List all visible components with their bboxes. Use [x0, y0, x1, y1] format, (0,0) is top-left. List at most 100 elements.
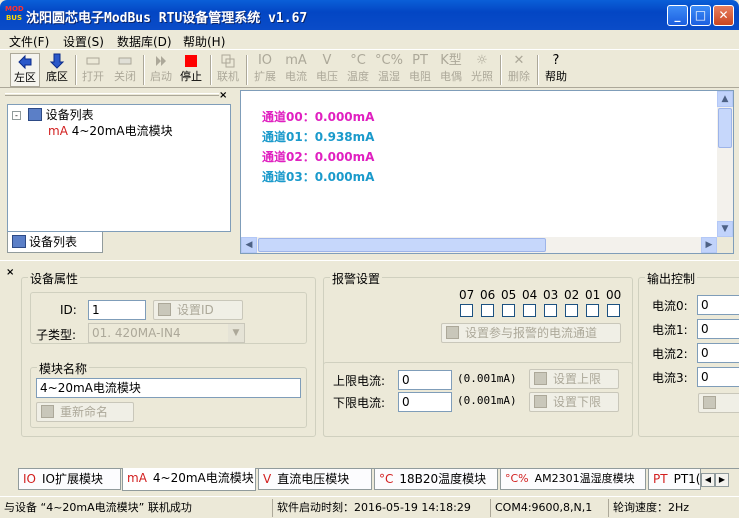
lower-limit-input[interactable]: 0	[398, 392, 452, 412]
scroll-corner	[717, 237, 733, 253]
alarm-channel-label: 07	[459, 288, 475, 302]
milliamp-icon: mA	[285, 53, 307, 68]
status-start-time: 软件启动时刻：2016-05-19 14:18:29	[272, 499, 490, 517]
play-icon	[146, 53, 176, 69]
alarm-channel-checkbox[interactable]	[481, 304, 494, 317]
alarm-channel-label: 06	[480, 288, 496, 302]
upper-limit-input[interactable]: 0	[398, 370, 452, 390]
window-title: 沈阳圆芯电子ModBus RTU设备管理系统 v1.67	[26, 11, 308, 26]
status-poll-speed: 轮询速度：2Hz	[608, 499, 739, 517]
menu-help[interactable]: 帮助(H)	[183, 33, 225, 50]
set-lower-limit-button[interactable]: 设置下限	[529, 392, 619, 412]
alarm-channel-checkbox[interactable]	[586, 304, 599, 317]
alarm-channel-checkbox[interactable]	[544, 304, 557, 317]
tab-current-module[interactable]: mA 4~20mA电流模块	[122, 468, 256, 491]
thermocouple-module-button[interactable]: K型 电偶	[436, 53, 466, 87]
k-type-icon: K型	[440, 53, 462, 68]
tree-root[interactable]: - 设备列表	[12, 107, 94, 123]
help-button[interactable]: ? 帮助	[541, 53, 571, 87]
menu-bar: 文件(F) 设置(S) 数据库(D) 帮助(H)	[0, 30, 739, 50]
sun-icon: ☼	[476, 53, 488, 68]
scroll-down-icon[interactable]: ▼	[717, 221, 733, 237]
channel-value: 0.000mA	[314, 170, 375, 184]
current-module-button[interactable]: mA 电流	[281, 53, 311, 87]
set-output-button[interactable]	[698, 393, 739, 413]
id-label: ID:	[60, 303, 77, 317]
menu-file[interactable]: 文件(F)	[9, 33, 49, 50]
panel-grip[interactable]	[5, 93, 219, 96]
tab-pt100-module[interactable]: PT PT1(	[648, 469, 701, 490]
subtype-select[interactable]: 01. 420MA-IN4 ▼	[88, 323, 245, 343]
scroll-up-icon[interactable]: ▲	[717, 91, 733, 107]
resistance-module-button[interactable]: PT 电阻	[405, 53, 435, 87]
menu-settings[interactable]: 设置(S)	[63, 33, 104, 50]
io-extension-button[interactable]: IO 扩展	[250, 53, 280, 87]
vertical-scrollbar[interactable]: ▲ ▼	[717, 91, 733, 237]
tab-18b20-module[interactable]: °C 18B20温度模块	[374, 469, 498, 490]
delete-button[interactable]: ✕ 删除	[504, 53, 534, 87]
id-input[interactable]: 1	[88, 300, 146, 320]
lower-limit-label: 下限电流:	[333, 396, 386, 410]
chevron-down-icon[interactable]: ▼	[228, 324, 244, 342]
left-area-button[interactable]: 左区	[10, 53, 40, 87]
module-name-input[interactable]: 4~20mA电流模块	[36, 378, 301, 398]
status-port: COM4:9600,8,N,1	[490, 499, 608, 517]
title-bar[interactable]: MOD BUS 沈阳圆芯电子ModBus RTU设备管理系统 v1.67 _ □…	[0, 0, 739, 30]
device-tree[interactable]: - 设备列表 mA 4~20mA电流模块	[7, 104, 231, 232]
output-current-input[interactable]: 0	[697, 343, 739, 363]
collapse-icon[interactable]: -	[12, 111, 21, 120]
output-current-input[interactable]: 0	[697, 319, 739, 339]
rename-button[interactable]: 重新命名	[36, 402, 134, 422]
light-module-button[interactable]: ☼ 光照	[467, 53, 497, 87]
start-button[interactable]: 启动	[146, 53, 176, 87]
stop-button[interactable]: 停止	[176, 53, 206, 87]
close-port-button[interactable]: 关闭	[110, 53, 140, 87]
voltage-module-button[interactable]: V 电压	[312, 53, 342, 87]
alarm-channel-label: 03	[543, 288, 559, 302]
alarm-channel-checkbox[interactable]	[565, 304, 578, 317]
alarm-channel-label: 01	[585, 288, 601, 302]
tab-scroll-right-icon[interactable]: ▶	[715, 473, 729, 487]
tab-scroll-left-icon[interactable]: ◀	[701, 473, 715, 487]
humidity-module-button[interactable]: °C% 温湿	[374, 53, 404, 87]
panel-splitter[interactable]	[0, 260, 739, 264]
set-id-button[interactable]: 设置ID	[153, 300, 243, 320]
temperature-module-button[interactable]: °C 温度	[343, 53, 373, 87]
bottom-area-button[interactable]: 底区	[42, 53, 72, 87]
open-button[interactable]: 打开	[78, 53, 108, 87]
minimize-button[interactable]: _	[667, 5, 688, 26]
tab-voltage-module[interactable]: V 直流电压模块	[258, 469, 372, 490]
set-alarm-channels-button[interactable]: 设置参与报警的电流通道	[441, 323, 621, 343]
output-current-input[interactable]: 0	[697, 295, 739, 315]
toolbar-separator	[143, 55, 145, 85]
set-upper-limit-button[interactable]: 设置上限	[529, 369, 619, 389]
alarm-channel-checkbox[interactable]	[523, 304, 536, 317]
output-current-input[interactable]: 0	[697, 367, 739, 387]
menu-database[interactable]: 数据库(D)	[117, 33, 172, 50]
output-control-title: 输出控制	[645, 270, 698, 287]
modbus-app-icon: MOD BUS	[5, 5, 24, 22]
tab-am2301-module[interactable]: °C% AM2301温湿度模块	[500, 469, 646, 490]
alarm-channel-checkbox[interactable]	[460, 304, 473, 317]
horizontal-scrollbar[interactable]: ◀ ▶	[241, 237, 717, 253]
limit-current-group: 上限电流: 0 (0.001mA) 设置上限 下限电流: 0 (0.001mA)…	[323, 362, 633, 437]
milliamp-icon: mA	[48, 124, 68, 138]
scroll-thumb[interactable]	[718, 108, 732, 148]
module-tabs: IO IO扩展模块 mA 4~20mA电流模块 V 直流电压模块 °C 18B20温度模…	[18, 468, 739, 491]
io-icon: IO	[257, 53, 273, 68]
toolbar-separator	[75, 55, 77, 85]
scroll-right-icon[interactable]: ▶	[701, 237, 717, 253]
tab-device-list[interactable]: 设备列表	[7, 232, 103, 253]
tab-io-extension[interactable]: IO IO扩展模块	[18, 469, 121, 490]
close-button[interactable]: ✕	[713, 5, 734, 26]
alarm-channel-label: 05	[501, 288, 517, 302]
alarm-channel-checkbox[interactable]	[502, 304, 515, 317]
scroll-left-icon[interactable]: ◀	[241, 237, 257, 253]
scroll-thumb[interactable]	[258, 238, 546, 252]
tree-item-current-module[interactable]: mA 4~20mA电流模块	[48, 123, 173, 139]
maximize-button[interactable]: □	[690, 5, 711, 26]
alarm-channel-checkbox[interactable]	[607, 304, 620, 317]
connect-button[interactable]: 联机	[213, 53, 243, 87]
panel-close-icon[interactable]: ×	[219, 90, 227, 101]
bottom-panel-close-icon[interactable]: ×	[6, 267, 14, 278]
